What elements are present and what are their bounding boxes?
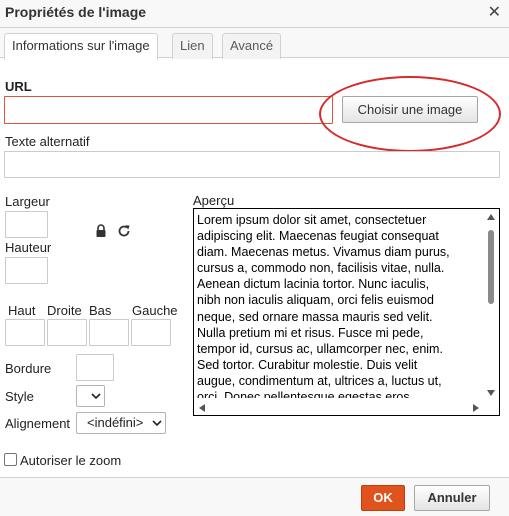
preview-line: Sed tortor. Curabitur molestie. Duis vel… <box>197 357 418 372</box>
border-label: Bordure <box>5 361 52 376</box>
spacing-top-input[interactable] <box>5 319 45 346</box>
preview-vertical-scrollbar[interactable] <box>484 212 498 398</box>
border-input[interactable] <box>76 354 114 381</box>
lock-icon[interactable] <box>94 224 108 238</box>
dialog-footer: OK Annuler <box>0 477 509 516</box>
cancel-button[interactable]: Annuler <box>414 485 490 511</box>
chevron-down-icon <box>152 420 162 427</box>
preview-line: orci. Donec pellentesque egestas eros. <box>197 390 414 398</box>
spacing-bottom-input[interactable] <box>89 319 129 346</box>
spacing-right-input[interactable] <box>47 319 87 346</box>
url-label: URL <box>5 79 32 94</box>
chevron-down-icon <box>91 393 101 400</box>
scrollbar-thumb[interactable] <box>488 230 494 304</box>
spacing-top-label: Haut <box>8 303 36 318</box>
url-input[interactable] <box>4 96 333 124</box>
preview-box[interactable]: Lorem ipsum dolor sit amet, consectetuer… <box>193 208 500 416</box>
allow-zoom-checkbox[interactable] <box>4 453 17 466</box>
ok-button[interactable]: OK <box>361 485 405 511</box>
preview-horizontal-scrollbar[interactable] <box>197 401 481 413</box>
image-properties-dialog: Propriétés de l'image ✕ Informations sur… <box>0 0 509 516</box>
alignment-select-value: <indéfini> <box>87 415 144 430</box>
preview-line: neque, sed ornare massa mauris sed velit… <box>197 309 433 324</box>
preview-line: augue, condimentum at, ultrices a, luctu… <box>197 373 442 388</box>
close-icon[interactable]: ✕ <box>488 3 501 23</box>
preview-line: adipiscing elit. Maecenas feugiat conseq… <box>197 229 439 244</box>
scroll-down-icon[interactable] <box>487 390 495 396</box>
preview-line: Lorem ipsum dolor sit amet, consectetuer <box>197 213 427 227</box>
alt-text-input[interactable] <box>4 151 500 178</box>
preview-line: Nulla pretium mi et risus. Fusce mi pede… <box>197 325 424 340</box>
alt-text-label: Texte alternatif <box>5 134 90 149</box>
preview-line: cursus a, commodo non, facilisis vitae, … <box>197 261 445 276</box>
preview-line: Aenean dictum lacinia tortor. Nunc iacul… <box>197 277 430 292</box>
preview-text: Lorem ipsum dolor sit amet, consectetuer… <box>197 212 481 398</box>
width-label: Largeur <box>5 194 50 209</box>
scroll-right-icon[interactable] <box>473 404 479 412</box>
preview-line: nibh non iaculis aliquam, orci felis eui… <box>197 293 434 308</box>
tab-advanced[interactable]: Avancé <box>222 33 282 59</box>
scroll-left-icon[interactable] <box>199 404 205 412</box>
reset-size-icon[interactable] <box>117 224 131 238</box>
tab-bar: Informations sur l'image Lien Avancé <box>0 28 509 60</box>
spacing-left-input[interactable] <box>131 319 171 346</box>
height-input[interactable] <box>5 257 48 284</box>
alignment-label: Alignement <box>5 416 71 431</box>
style-label: Style <box>5 389 34 404</box>
preview-line: tempor id, cursus ac, ullamcorper nec, e… <box>197 341 443 356</box>
tab-link[interactable]: Lien <box>172 33 213 59</box>
dialog-titlebar[interactable]: Propriétés de l'image ✕ <box>0 0 509 28</box>
scroll-up-icon[interactable] <box>487 214 495 220</box>
choose-image-button[interactable]: Choisir une image <box>342 96 478 123</box>
spacing-left-label: Gauche <box>132 303 178 318</box>
style-select[interactable] <box>76 385 105 407</box>
spacing-bottom-label: Bas <box>89 303 112 318</box>
preview-label: Aperçu <box>193 193 235 208</box>
preview-line: diam. Maecenas metus. Vivamus diam purus… <box>197 245 450 260</box>
dialog-title: Propriétés de l'image <box>5 4 147 20</box>
alignment-select[interactable]: <indéfini> <box>76 412 166 434</box>
tab-image-info[interactable]: Informations sur l'image <box>4 33 158 60</box>
width-input[interactable] <box>5 211 48 238</box>
allow-zoom-label[interactable]: Autoriser le zoom <box>20 453 121 468</box>
spacing-right-label: Droite <box>47 303 82 318</box>
height-label: Hauteur <box>5 240 52 255</box>
